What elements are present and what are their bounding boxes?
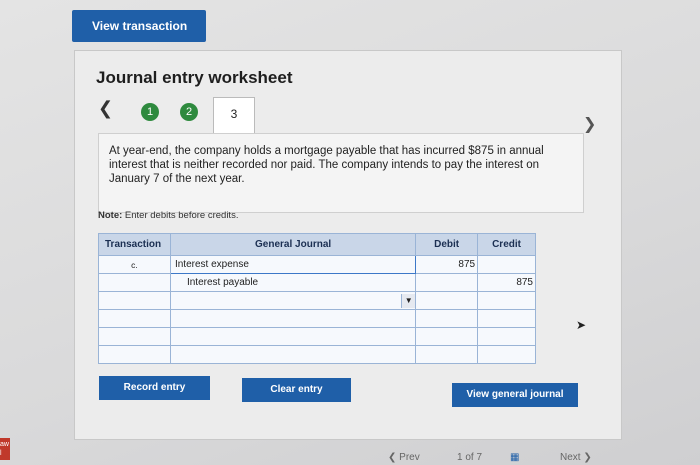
- credit-cell[interactable]: [477, 327, 536, 346]
- account-cell[interactable]: [169, 309, 417, 328]
- credit-cell[interactable]: 875: [477, 273, 536, 292]
- step-2[interactable]: 2: [180, 103, 198, 121]
- table-row: ▼: [98, 291, 536, 310]
- debit-cell[interactable]: [415, 273, 479, 292]
- chevron-down-icon[interactable]: ▼: [401, 293, 416, 308]
- side-tab[interactable]: aw l: [0, 438, 10, 460]
- table-row: [98, 345, 536, 364]
- credit-cell[interactable]: [477, 291, 536, 310]
- table-row: [98, 309, 536, 328]
- credit-cell[interactable]: [477, 345, 536, 364]
- transaction-cell[interactable]: [98, 327, 171, 346]
- note-text: Enter debits before credits.: [124, 210, 239, 221]
- mouse-pointer-icon: ➤: [576, 318, 587, 332]
- clear-entry-button[interactable]: Clear entry: [242, 378, 351, 402]
- record-entry-button[interactable]: Record entry: [99, 376, 210, 400]
- debit-cell[interactable]: [415, 345, 479, 364]
- next-label: Next: [560, 452, 581, 463]
- credit-cell[interactable]: [477, 255, 536, 274]
- debit-cell[interactable]: [415, 309, 479, 328]
- prev-button[interactable]: ❮ Prev: [388, 452, 420, 463]
- table-header-row: Transaction General Journal Debit Credit: [98, 233, 536, 256]
- table-row: [98, 327, 536, 346]
- table-row: Interest payable 875: [98, 273, 536, 292]
- debit-cell[interactable]: [415, 291, 479, 310]
- account-cell[interactable]: ▼: [169, 291, 417, 310]
- page-title: Journal entry worksheet: [96, 68, 293, 87]
- transaction-cell[interactable]: c.: [98, 255, 171, 274]
- next-button[interactable]: Next ❯: [560, 452, 592, 463]
- header-debit: Debit: [415, 233, 479, 256]
- step-3-tab[interactable]: 3: [213, 97, 255, 133]
- chevron-left-icon[interactable]: ❮: [98, 98, 113, 119]
- step-1[interactable]: 1: [141, 103, 159, 121]
- account-cell[interactable]: Interest payable: [169, 273, 417, 292]
- transaction-cell[interactable]: [98, 345, 171, 364]
- account-cell[interactable]: [169, 327, 417, 346]
- transaction-cell[interactable]: [98, 273, 171, 292]
- note-label: Note:: [98, 210, 123, 221]
- instruction-note: Note: Enter debits before credits.: [98, 210, 238, 221]
- account-cell[interactable]: [169, 345, 417, 364]
- credit-cell[interactable]: [477, 309, 536, 328]
- grid-icon[interactable]: ▦: [510, 452, 519, 463]
- prompt-text: At year-end, the company holds a mortgag…: [109, 145, 544, 185]
- table-row: c. Interest expense 875: [98, 255, 536, 274]
- transaction-cell[interactable]: [98, 291, 171, 310]
- account-cell[interactable]: Interest expense: [169, 255, 417, 274]
- prev-label: Prev: [399, 452, 420, 463]
- header-transaction: Transaction: [98, 233, 171, 256]
- transaction-cell[interactable]: [98, 309, 171, 328]
- chevron-right-icon[interactable]: ❯: [583, 114, 596, 134]
- debit-cell[interactable]: [415, 327, 479, 346]
- transaction-prompt: At year-end, the company holds a mortgag…: [98, 133, 584, 213]
- header-general-journal: General Journal: [169, 233, 417, 256]
- debit-cell[interactable]: 875: [415, 255, 479, 274]
- view-general-journal-button[interactable]: View general journal: [452, 383, 578, 407]
- page-indicator: 1 of 7: [457, 452, 483, 463]
- view-transaction-list-button[interactable]: View transaction list: [72, 10, 206, 65]
- journal-table: Transaction General Journal Debit Credit…: [98, 233, 536, 364]
- header-credit: Credit: [477, 233, 536, 256]
